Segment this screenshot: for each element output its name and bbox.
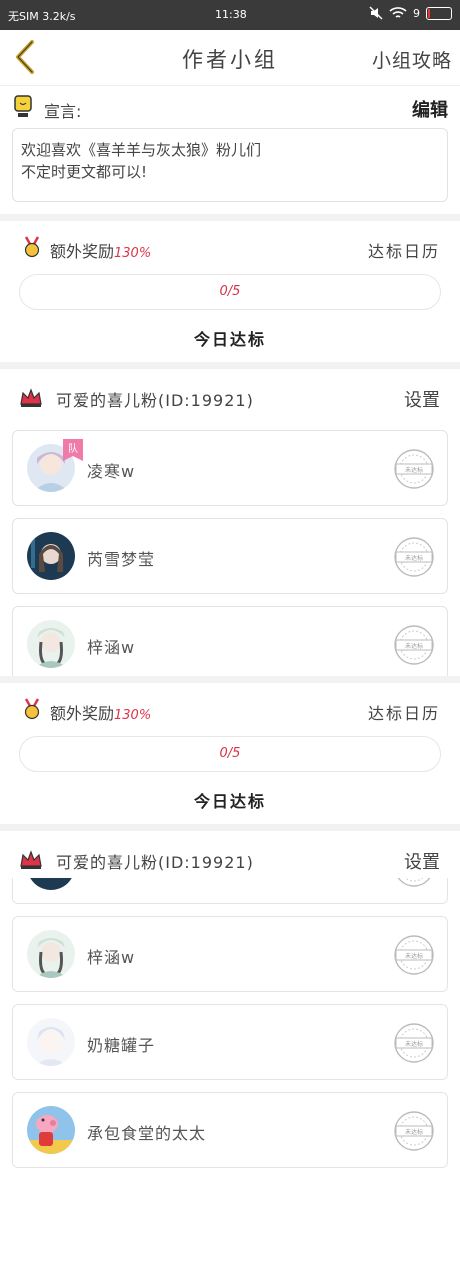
battery-icon: [426, 6, 452, 20]
medal-icon: [24, 236, 40, 258]
member-name: 梓涵w: [87, 638, 136, 657]
crown-icon: [20, 850, 42, 869]
declaration-line-2: 不定时更文都可以!: [21, 163, 148, 181]
stamp-text: 未达标: [405, 1040, 423, 1048]
team-badge-text: 队: [68, 442, 78, 455]
divider: [0, 824, 460, 831]
group-guide-link[interactable]: 小组攻略: [372, 46, 452, 73]
progress-text: 0/5: [219, 746, 241, 761]
member-card[interactable]: 奶糖罐子 未达标: [12, 1004, 448, 1080]
battery-percent: 9: [413, 6, 420, 20]
avatar: [27, 620, 75, 668]
avatar: [27, 878, 75, 890]
network-status: 无SIM 3.2k/s: [8, 10, 76, 23]
not-met-stamp: 未达标: [394, 1111, 434, 1151]
not-met-stamp: 未达标: [394, 625, 434, 665]
medal-icon: [24, 698, 40, 720]
reward-label-text: 额外奖励: [50, 242, 115, 261]
declaration-line-1: 欢迎喜欢《喜羊羊与灰太狼》粉儿们: [21, 141, 262, 159]
wifi-icon: [389, 7, 407, 18]
not-met-stamp: 未达标: [394, 935, 434, 975]
group-header: 可爱的喜儿粉(ID:19921) 设置: [0, 378, 460, 416]
team-badge-icon: 队: [63, 439, 83, 461]
avatar: [27, 1106, 75, 1154]
stamp-text: 未达标: [405, 554, 423, 562]
member-card[interactable]: 队 凌寒w 未达标: [12, 430, 448, 506]
calendar-link[interactable]: 达标日历: [368, 700, 440, 724]
stamp-text: 未达标: [405, 642, 423, 650]
progress-bar: 0/5: [19, 274, 441, 310]
settings-button[interactable]: 设置: [404, 386, 440, 412]
progress-text: 0/5: [219, 284, 241, 299]
avatar: [27, 930, 75, 978]
member-name: 芮雪梦莹: [87, 550, 156, 569]
stamp-text: 未达标: [405, 1128, 423, 1136]
lamp-icon: [14, 95, 32, 117]
group-name: 可爱的喜儿粉(ID:19921): [56, 853, 254, 872]
member-name: 奶糖罐子: [87, 1036, 156, 1055]
today-target-button[interactable]: 今日达标: [0, 788, 460, 812]
reward-label: 额外奖励130%: [50, 700, 151, 724]
not-met-stamp: 未达标: [394, 449, 434, 489]
divider: [0, 362, 460, 369]
reward-label-text: 额外奖励: [50, 704, 115, 723]
stamp-text: 未达标: [405, 466, 423, 474]
divider: [0, 214, 460, 221]
avatar: [27, 1018, 75, 1066]
calendar-link[interactable]: 达标日历: [368, 238, 440, 262]
not-met-stamp: [397, 878, 431, 887]
declaration-text: 欢迎喜欢《喜羊羊与灰太狼》粉儿们 不定时更文都可以!: [12, 128, 448, 202]
crown-icon: [20, 388, 42, 407]
mute-icon: [369, 6, 383, 20]
nav-bar: 作者小组 小组攻略: [0, 30, 460, 86]
reward-percent: 130%: [114, 246, 152, 261]
not-met-stamp: 未达标: [394, 537, 434, 577]
member-card[interactable]: 芮雪梦莹 未达标: [12, 518, 448, 594]
member-card[interactable]: 承包食堂的太太 未达标: [12, 1092, 448, 1168]
reward-percent: 130%: [114, 708, 152, 723]
member-name: 梓涵w: [87, 948, 136, 967]
member-list: 梓涵w 未达标 奶糖罐子 未达标 承包食堂的太太 未达标: [0, 878, 460, 1178]
progress-bar: 0/5: [19, 736, 441, 772]
not-met-stamp: 未达标: [394, 1023, 434, 1063]
declaration-header: 宣言: 编辑: [12, 94, 448, 122]
clock: 11:38: [215, 8, 247, 21]
status-bar: 无SIM 3.2k/s 11:38 9: [0, 0, 460, 30]
member-card[interactable]: 梓涵w 未达标: [12, 606, 448, 676]
member-card[interactable]: 梓涵w 未达标: [12, 916, 448, 992]
today-target-button[interactable]: 今日达标: [0, 326, 460, 350]
reward-section: 额外奖励130% 达标日历 0/5 今日达标: [0, 222, 460, 362]
divider: [0, 676, 460, 683]
group-header: 可爱的喜儿粉(ID:19921) 设置: [0, 840, 460, 878]
reward-section: 额外奖励130% 达标日历 0/5 今日达标: [0, 684, 460, 824]
member-name: 承包食堂的太太: [87, 1124, 207, 1143]
member-name: 凌寒w: [87, 462, 136, 481]
avatar: [27, 532, 75, 580]
group-name: 可爱的喜儿粉(ID:19921): [56, 391, 254, 410]
settings-button[interactable]: 设置: [404, 848, 440, 874]
member-list: 队 凌寒w 未达标 芮雪梦莹 未达标 梓涵w 未达标: [0, 424, 460, 676]
declaration-label: 宣言:: [44, 102, 82, 121]
member-card[interactable]: [12, 878, 448, 904]
edit-button[interactable]: 编辑: [412, 96, 448, 122]
reward-label: 额外奖励130%: [50, 238, 151, 262]
stamp-text: 未达标: [405, 952, 423, 960]
status-icons: 9: [369, 6, 452, 20]
